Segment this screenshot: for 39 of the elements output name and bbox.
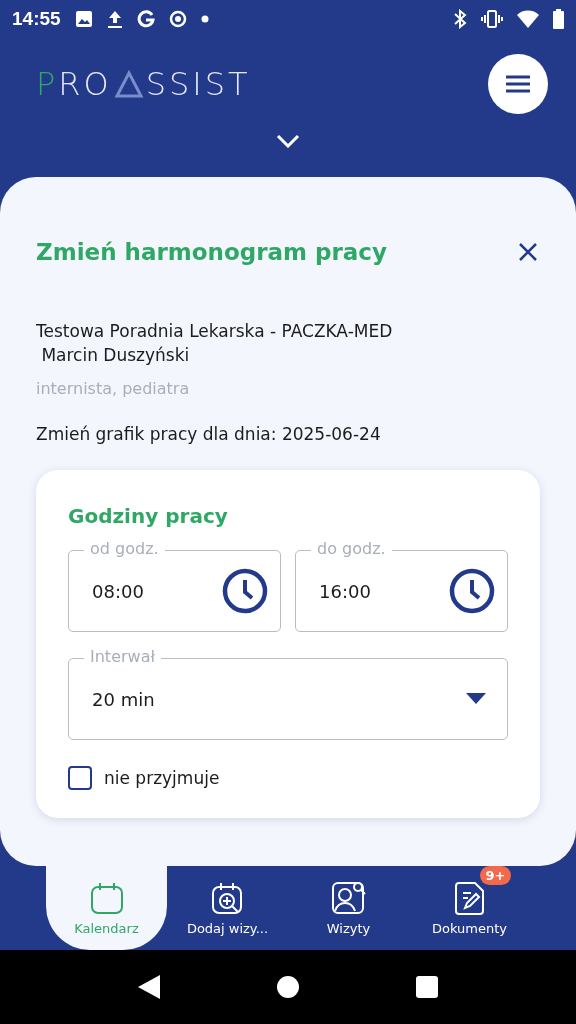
section-title: Godziny pracy: [68, 504, 229, 528]
calendar-search-icon: [210, 880, 245, 915]
battery-icon: [553, 9, 564, 29]
recents-icon[interactable]: [415, 976, 438, 998]
back-icon[interactable]: [138, 975, 161, 999]
home-icon[interactable]: [277, 976, 299, 998]
dropdown-arrow-icon: [466, 693, 486, 705]
person-search-icon: [330, 880, 367, 915]
logo: P RO SSIST: [36, 65, 251, 103]
calendar-icon: [89, 880, 124, 915]
doctor-name: Marcin Duszyński: [40, 344, 191, 367]
status-time: 14:55: [12, 8, 61, 30]
doctor-specialty: internista, pediatra: [36, 379, 191, 398]
clock-icon[interactable]: [221, 567, 269, 615]
clock-icon[interactable]: [448, 567, 496, 615]
time-field[interactable]: od godz. 08:00: [68, 538, 281, 632]
bluetooth-icon: [453, 9, 467, 29]
upload-icon: [106, 10, 123, 28]
checkbox[interactable]: [68, 766, 92, 790]
dot-icon: [200, 15, 209, 23]
menu-button[interactable]: [488, 54, 548, 114]
dialog-title: Zmień harmonogram pracy: [36, 239, 387, 265]
interval-dropdown[interactable]: Interwał 20 min: [68, 646, 508, 740]
nav-tab[interactable]: Wizyty: [288, 866, 409, 950]
nav-tab[interactable]: Dodaj wizy...: [167, 866, 288, 950]
menu-icon: [506, 75, 530, 93]
nav-tab[interactable]: Dokumenty 9+: [409, 866, 530, 950]
count-badge: 9+: [479, 866, 512, 885]
checkbox-label: nie przyjmuje: [104, 768, 220, 788]
chevron-down-icon[interactable]: [276, 134, 300, 148]
image-icon: [74, 10, 93, 28]
document-edit-icon: [454, 880, 485, 915]
browser-icon: [168, 10, 187, 28]
vibrate-icon: [481, 10, 503, 28]
wifi-icon: [517, 10, 539, 28]
g-letter-icon: [136, 10, 155, 28]
date-line: Zmień grafik pracy dla dnia: 2025-06-24: [36, 423, 382, 446]
clinic-name: Testowa Poradnia Lekarska - PACZKA-MED: [36, 320, 394, 343]
time-field[interactable]: do godz. 16:00: [295, 538, 508, 632]
